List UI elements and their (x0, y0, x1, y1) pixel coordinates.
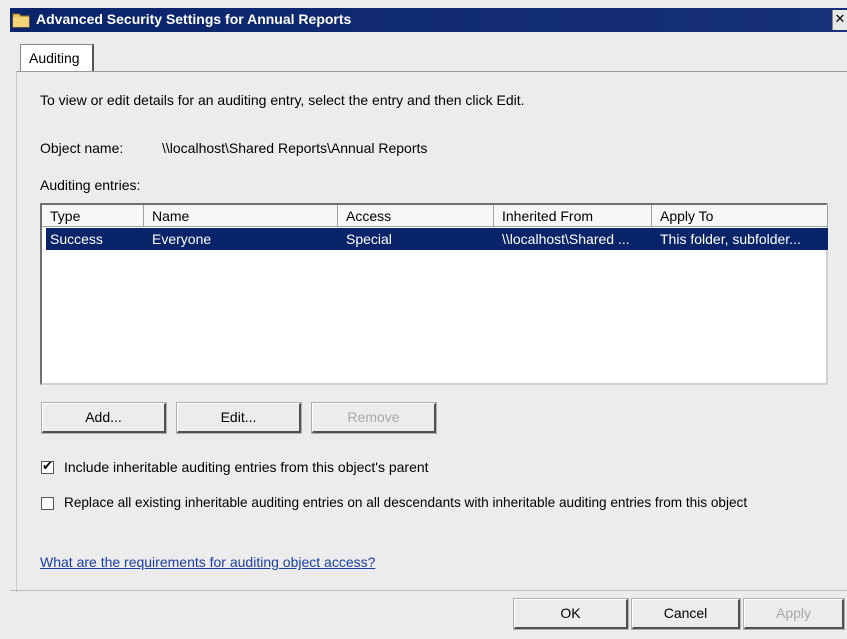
divider (10, 590, 847, 591)
replace-all-checkbox[interactable] (41, 497, 54, 510)
cell-apply-to: This folder, subfolder... (660, 231, 801, 247)
checkmark-icon: ✔ (42, 459, 53, 474)
table-row[interactable]: Success Everyone Special \\localhost\Sha… (46, 228, 828, 250)
column-header-inherited-from[interactable]: Inherited From (494, 205, 652, 227)
add-button[interactable]: Add... (41, 402, 167, 434)
auditing-requirements-link[interactable]: What are the requirements for auditing o… (40, 554, 375, 570)
object-name-label: Object name: (40, 140, 124, 156)
apply-button[interactable]: Apply (743, 598, 845, 630)
window-title: Advanced Security Settings for Annual Re… (36, 11, 352, 27)
edit-button[interactable]: Edit... (176, 402, 302, 434)
instructions-text: To view or edit details for an auditing … (40, 92, 525, 108)
cancel-button[interactable]: Cancel (631, 598, 741, 630)
column-header-access[interactable]: Access (338, 205, 494, 227)
object-name-value: \\localhost\Shared Reports\Annual Report… (162, 140, 428, 156)
cell-inherited-from: \\localhost\Shared ... (502, 231, 630, 247)
folder-icon (12, 11, 30, 28)
close-icon[interactable]: ✕ (832, 10, 847, 30)
auditing-entries-list[interactable]: Type Name Access Inherited From Apply To… (40, 203, 828, 385)
cell-type: Success (50, 231, 103, 247)
replace-all-label[interactable]: Replace all existing inheritable auditin… (64, 495, 747, 510)
tab-auditing[interactable]: Auditing (20, 44, 94, 71)
remove-button[interactable]: Remove (311, 402, 437, 434)
include-inheritable-label[interactable]: Include inheritable auditing entries fro… (64, 459, 429, 475)
ok-button[interactable]: OK (513, 598, 629, 630)
include-inheritable-checkbox[interactable]: ✔ (41, 459, 54, 474)
title-bar: Advanced Security Settings for Annual Re… (10, 8, 847, 32)
column-header-type[interactable]: Type (42, 205, 144, 227)
cell-access: Special (346, 231, 392, 247)
security-settings-window: Advanced Security Settings for Annual Re… (0, 0, 847, 639)
cell-name: Everyone (152, 231, 212, 247)
column-header-name[interactable]: Name (144, 205, 338, 227)
auditing-entries-label: Auditing entries: (40, 177, 141, 193)
column-header-apply-to[interactable]: Apply To (652, 205, 828, 227)
list-header: Type Name Access Inherited From Apply To (42, 205, 828, 227)
